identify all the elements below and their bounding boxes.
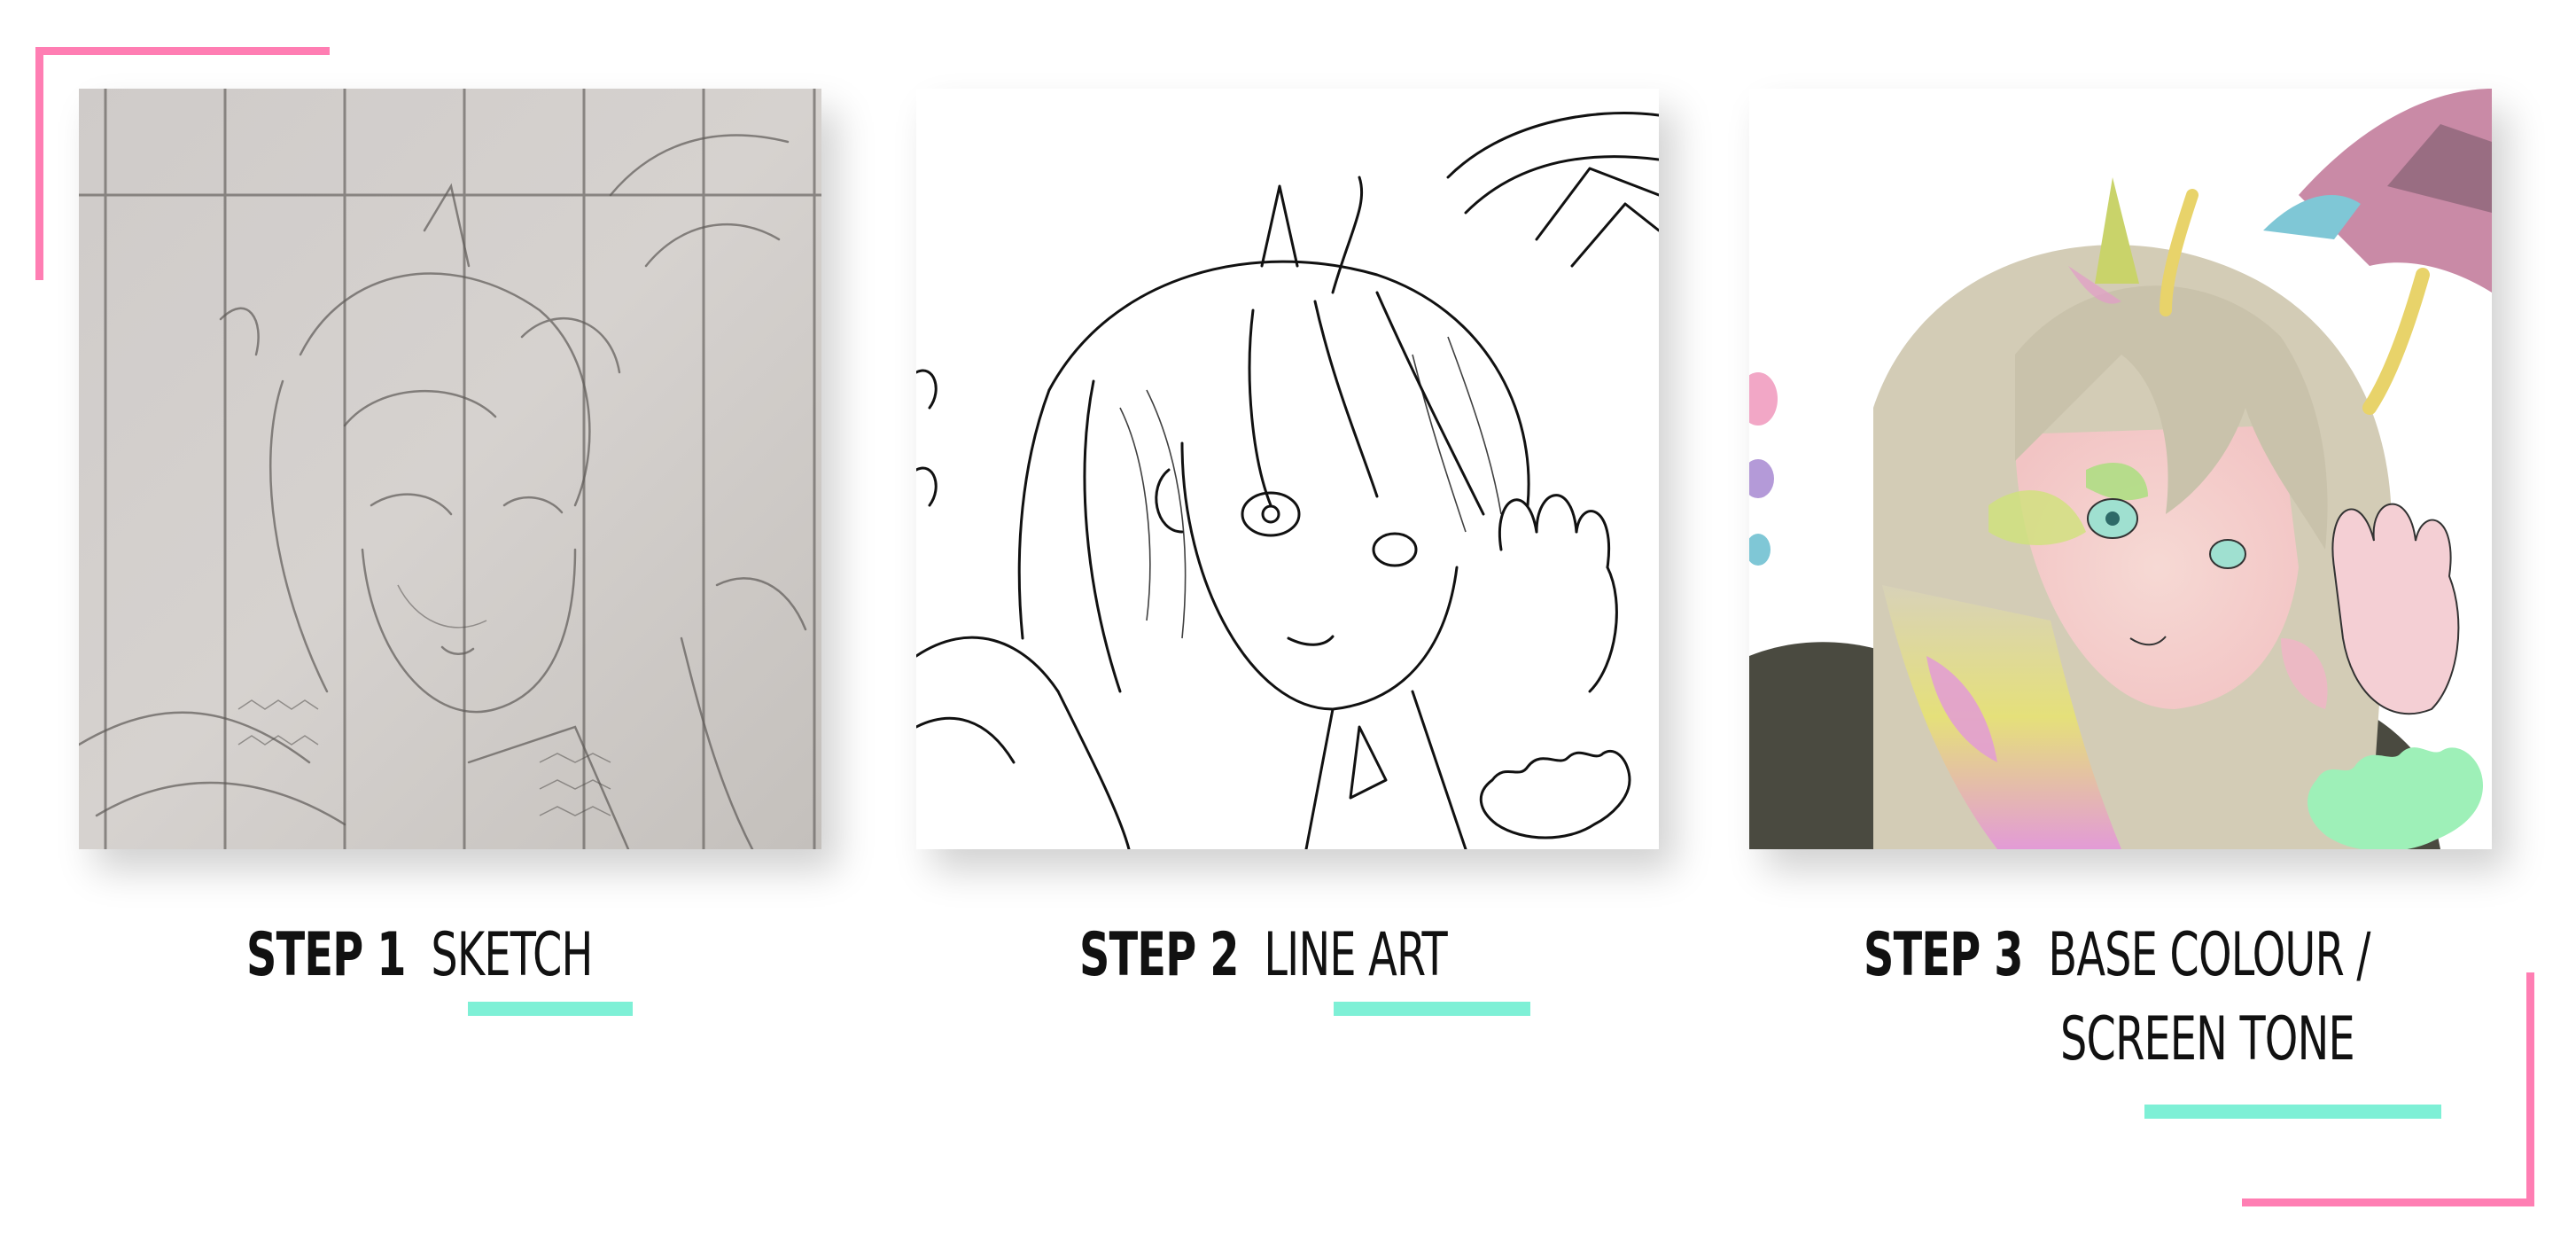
base-colour-image xyxy=(1749,89,2492,849)
step-3-number: STEP 3 xyxy=(1864,920,2023,990)
line-art-image xyxy=(916,89,1659,849)
top-left-corner-bracket-vertical xyxy=(35,47,43,280)
step-1-label: SKETCH xyxy=(431,920,593,990)
step-3-underline xyxy=(2144,1105,2441,1119)
top-left-corner-bracket-horizontal xyxy=(35,47,330,55)
step-3-caption-line2: SCREEN TONE xyxy=(2060,997,2355,1082)
step-1-caption: STEP 1 SKETCH xyxy=(246,913,593,998)
step-1-number: STEP 1 xyxy=(246,920,406,990)
bottom-right-corner-bracket-horizontal xyxy=(2242,1198,2534,1206)
sketch-image xyxy=(79,89,821,849)
step-2-number: STEP 2 xyxy=(1079,920,1239,990)
step-2-underline xyxy=(1334,1002,1530,1016)
step-2-label: LINE ART xyxy=(1264,920,1447,990)
step-3-caption: STEP 3 BASE COLOUR / xyxy=(1864,913,2370,998)
step-3-label-line2: SCREEN TONE xyxy=(2060,1004,2355,1074)
step-1-underline xyxy=(468,1002,633,1016)
bottom-right-corner-bracket-vertical xyxy=(2526,972,2534,1206)
step-2-caption: STEP 2 LINE ART xyxy=(1079,913,1448,998)
step-3-label: BASE COLOUR / xyxy=(2048,920,2370,990)
